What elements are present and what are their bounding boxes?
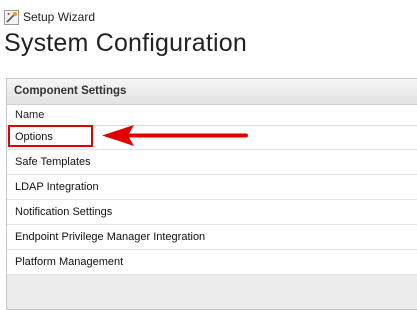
- component-settings-panel: Component Settings Name Options Safe Tem…: [6, 78, 417, 310]
- list-item-ldap-integration[interactable]: LDAP Integration: [7, 175, 417, 200]
- settings-list: Options Safe Templates LDAP Integration …: [7, 126, 417, 275]
- list-item-safe-templates[interactable]: Safe Templates: [7, 150, 417, 175]
- setup-wizard-link[interactable]: Setup Wizard: [4, 8, 95, 26]
- list-item-epm-integration[interactable]: Endpoint Privilege Manager Integration: [7, 225, 417, 250]
- list-item-notification-settings[interactable]: Notification Settings: [7, 200, 417, 225]
- list-item-options[interactable]: Options: [7, 126, 417, 150]
- panel-footer: [7, 275, 417, 305]
- page-title: System Configuration: [4, 29, 248, 57]
- wizard-wand-icon: [4, 9, 19, 25]
- setup-wizard-label: Setup Wizard: [23, 10, 96, 24]
- panel-header: Component Settings: [7, 79, 417, 105]
- list-item-platform-management[interactable]: Platform Management: [7, 250, 417, 275]
- column-header-name[interactable]: Name: [7, 105, 417, 126]
